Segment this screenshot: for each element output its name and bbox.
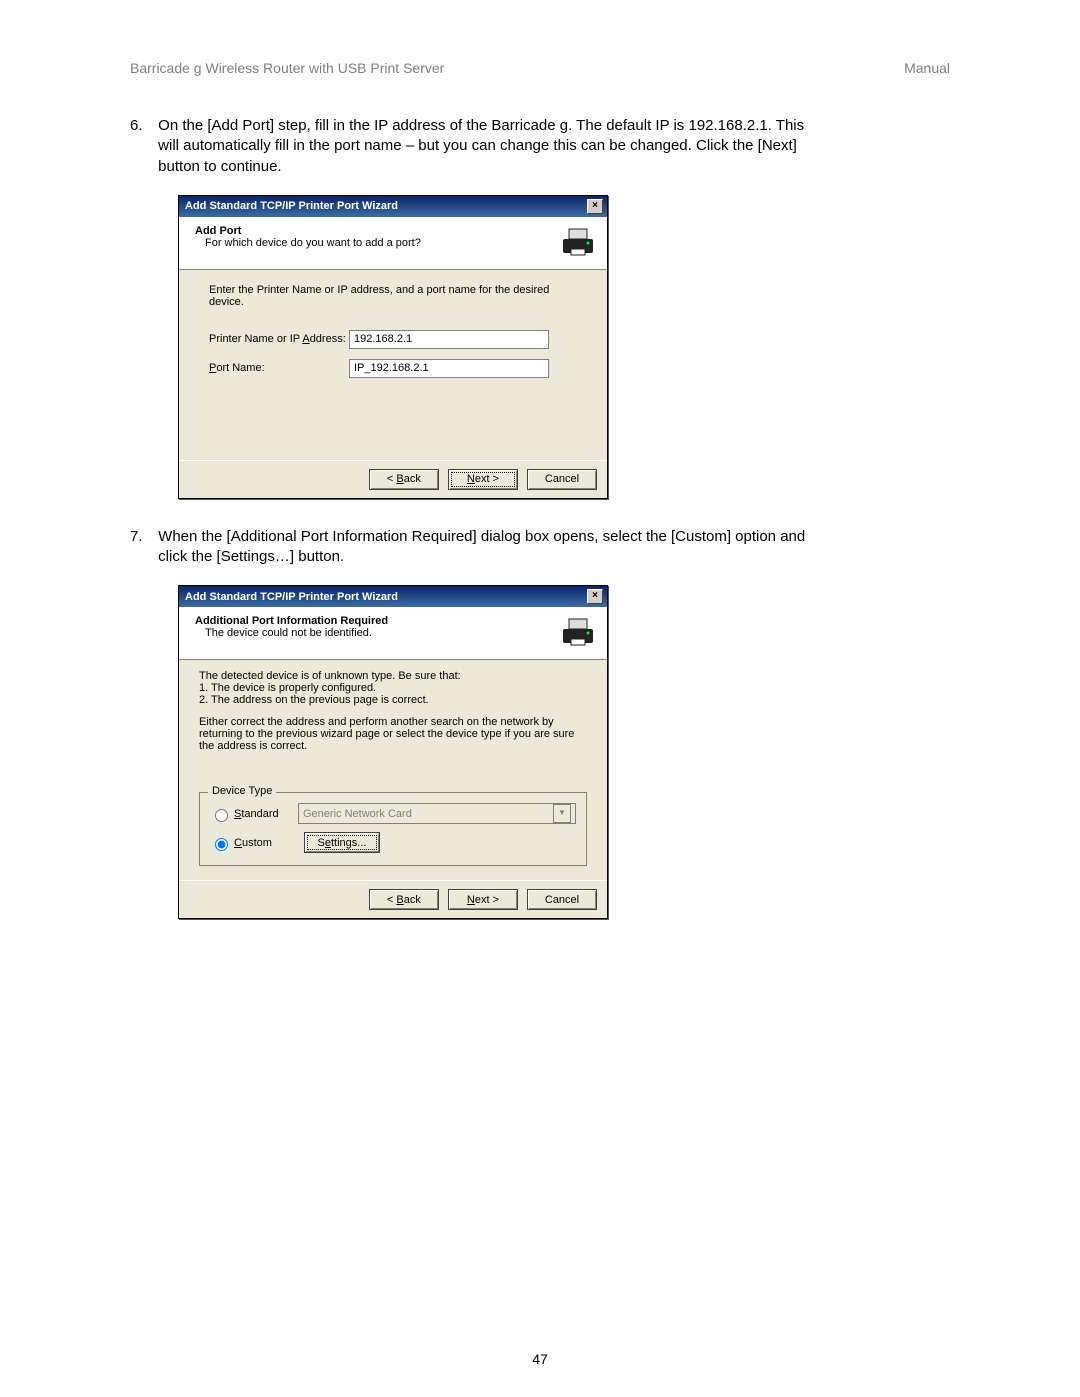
body-line-1: The detected device is of unknown type. … bbox=[199, 670, 587, 682]
step-7: 7. When the [Additional Port Information… bbox=[130, 527, 950, 568]
close-icon[interactable]: × bbox=[587, 199, 603, 214]
header-right: Manual bbox=[904, 60, 950, 76]
custom-label: Custom bbox=[234, 837, 298, 849]
titlebar[interactable]: Add Standard TCP/IP Printer Port Wizard … bbox=[179, 586, 607, 607]
next-button[interactable]: Next > bbox=[448, 889, 518, 910]
back-button[interactable]: < Back bbox=[369, 469, 439, 490]
cancel-button[interactable]: Cancel bbox=[527, 889, 597, 910]
step-7-num: 7. bbox=[130, 527, 154, 547]
body-line-2: 1. The device is properly configured. bbox=[199, 682, 587, 694]
dialog-banner: Add Port For which device do you want to… bbox=[179, 217, 607, 270]
dialog-body: Enter the Printer Name or IP address, an… bbox=[179, 270, 607, 460]
close-icon[interactable]: × bbox=[587, 589, 603, 604]
step-6: 6. On the [Add Port] step, fill in the I… bbox=[130, 116, 950, 177]
banner-title: Add Port bbox=[195, 225, 421, 237]
page-number: 47 bbox=[532, 1351, 548, 1367]
chevron-down-icon: ▼ bbox=[553, 804, 571, 823]
custom-radio[interactable] bbox=[215, 838, 228, 851]
step-6-text: On the [Add Port] step, fill in the IP a… bbox=[158, 116, 818, 177]
dialog-title: Add Standard TCP/IP Printer Port Wizard bbox=[185, 200, 398, 212]
device-type-group: Device Type Standard Generic Network Car… bbox=[199, 792, 587, 866]
label-printer-address: Printer Name or IP Address: bbox=[209, 333, 349, 345]
step-6-num: 6. bbox=[130, 116, 154, 136]
port-info-dialog: Add Standard TCP/IP Printer Port Wizard … bbox=[178, 585, 608, 919]
standard-label: Standard bbox=[234, 808, 298, 820]
page-header: Barricade g Wireless Router with USB Pri… bbox=[130, 60, 950, 76]
settings-button[interactable]: Settings... bbox=[304, 832, 380, 853]
add-port-dialog: Add Standard TCP/IP Printer Port Wizard … bbox=[178, 195, 608, 499]
printer-address-input[interactable] bbox=[349, 330, 549, 349]
next-button[interactable]: Next > bbox=[448, 469, 518, 490]
body-instruction: Enter the Printer Name or IP address, an… bbox=[209, 284, 587, 308]
button-bar: < Back Next > Cancel bbox=[179, 460, 607, 498]
dialog-body: The detected device is of unknown type. … bbox=[179, 660, 607, 880]
label-port-name: Port Name: bbox=[209, 362, 349, 374]
port-name-input[interactable] bbox=[349, 359, 549, 378]
step-7-text: When the [Additional Port Information Re… bbox=[158, 527, 818, 568]
header-left: Barricade g Wireless Router with USB Pri… bbox=[130, 60, 444, 76]
titlebar[interactable]: Add Standard TCP/IP Printer Port Wizard … bbox=[179, 196, 607, 217]
body-line-3: 2. The address on the previous page is c… bbox=[199, 694, 587, 706]
page: Barricade g Wireless Router with USB Pri… bbox=[0, 0, 1080, 1397]
cancel-button[interactable]: Cancel bbox=[527, 469, 597, 490]
back-button[interactable]: < Back bbox=[369, 889, 439, 910]
printer-icon bbox=[561, 615, 595, 649]
group-legend: Device Type bbox=[208, 785, 276, 797]
printer-icon bbox=[561, 225, 595, 259]
dialog-banner: Additional Port Information Required The… bbox=[179, 607, 607, 660]
banner-title: Additional Port Information Required bbox=[195, 615, 388, 627]
dropdown-value: Generic Network Card bbox=[303, 808, 412, 820]
button-bar: < Back Next > Cancel bbox=[179, 880, 607, 918]
dialog-title: Add Standard TCP/IP Printer Port Wizard bbox=[185, 591, 398, 603]
standard-dropdown: Generic Network Card ▼ bbox=[298, 803, 576, 824]
banner-subtitle: For which device do you want to add a po… bbox=[205, 237, 421, 249]
banner-subtitle: The device could not be identified. bbox=[205, 627, 388, 639]
body-line-4: Either correct the address and perform a… bbox=[199, 716, 587, 752]
standard-radio[interactable] bbox=[215, 809, 228, 822]
